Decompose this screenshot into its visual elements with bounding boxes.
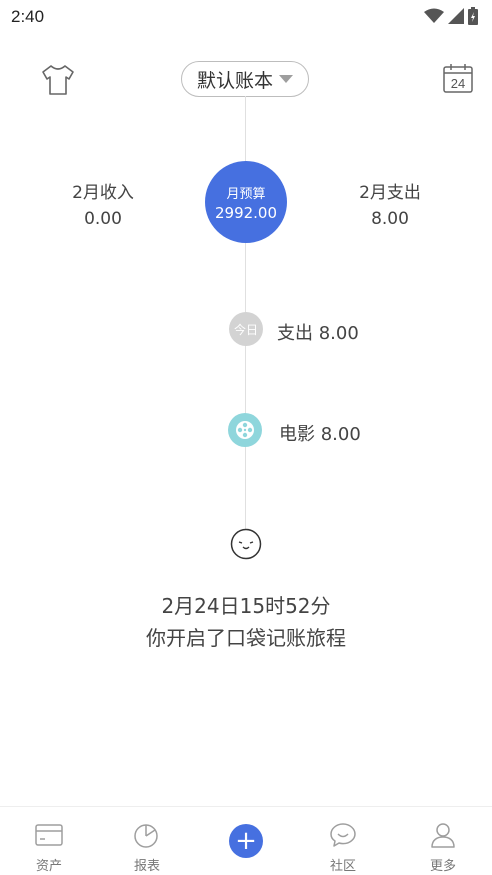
nav-label-more: 更多 xyxy=(429,859,456,874)
timeline-line-top xyxy=(245,96,246,162)
shirt-icon xyxy=(42,65,74,95)
day-total: 支出 8.00 xyxy=(277,323,359,344)
wifi-icon xyxy=(424,8,444,23)
add-record-button[interactable]: + xyxy=(229,824,263,858)
book-selector[interactable]: 默认账本 xyxy=(181,61,309,97)
budget-value: 2992.00 xyxy=(214,203,278,222)
signal-icon xyxy=(448,8,464,24)
calendar-icon: 24 xyxy=(443,64,473,93)
skin-button[interactable] xyxy=(40,64,76,96)
start-text: 你开启了口袋记账旅程 xyxy=(146,626,346,650)
today-badge: 今日 xyxy=(229,312,263,346)
chat-bubble-icon xyxy=(330,823,356,847)
plus-icon: + xyxy=(235,826,257,856)
entry-movie[interactable]: 电影 8.00 xyxy=(279,420,361,446)
income-value: 0.00 xyxy=(84,209,122,229)
book-name: 默认账本 xyxy=(196,69,273,92)
film-reel-glyph xyxy=(236,421,254,439)
timeline-line xyxy=(245,243,246,533)
film-reel-icon[interactable] xyxy=(228,413,262,447)
nav-label-community: 社区 xyxy=(329,859,356,874)
income-label: 2月收入 xyxy=(72,183,134,203)
income-summary[interactable]: 2月收入 0.00 xyxy=(43,178,163,229)
person-icon xyxy=(431,823,455,848)
nav-more[interactable]: 更多 xyxy=(394,807,492,875)
nav-label-reports: 报表 xyxy=(133,859,160,874)
expense-value: 8.00 xyxy=(371,209,409,229)
expense-label: 2月支出 xyxy=(359,183,421,203)
smile-icon xyxy=(230,528,262,560)
budget-circle[interactable]: 月预算 2992.00 xyxy=(205,161,287,243)
pie-chart-icon xyxy=(134,824,158,848)
caret-down-icon xyxy=(279,75,293,83)
top-bar: 默认账本 24 xyxy=(0,56,492,104)
budget-label: 月预算 xyxy=(226,186,266,202)
status-bar: 2:40 xyxy=(0,0,492,34)
battery-icon xyxy=(468,7,478,25)
nav-reports[interactable]: 报表 xyxy=(98,807,196,875)
start-date: 2月24日15时52分 xyxy=(161,594,331,618)
calendar-day: 24 xyxy=(451,76,465,91)
status-icons xyxy=(424,7,478,25)
nav-label-assets: 资产 xyxy=(35,859,62,874)
wallet-card-icon xyxy=(35,824,63,846)
calendar-button[interactable]: 24 xyxy=(443,63,473,93)
status-time: 2:40 xyxy=(11,7,45,26)
nav-community[interactable]: 社区 xyxy=(294,807,392,875)
nav-assets[interactable]: 资产 xyxy=(0,807,98,875)
expense-summary[interactable]: 2月支出 8.00 xyxy=(330,178,450,229)
